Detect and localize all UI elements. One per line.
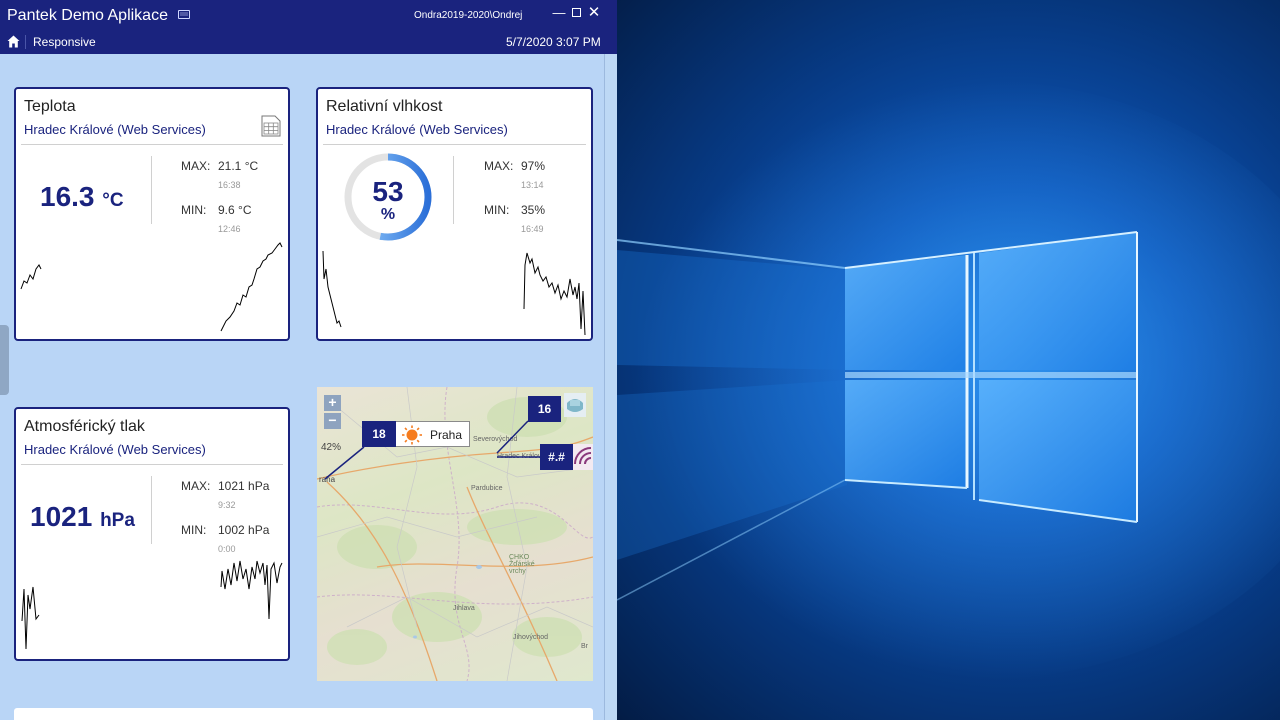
max-value: 97% xyxy=(521,159,546,173)
temperature-unit: °C xyxy=(102,190,124,211)
card-divider xyxy=(21,144,283,145)
next-card-edge xyxy=(14,708,593,720)
signal-icon xyxy=(573,444,593,470)
max-label: MAX: xyxy=(484,159,514,173)
min-time: 0:00 xyxy=(218,544,236,554)
pressure-card[interactable]: Atmosférický tlak Hradec Králové (Web Se… xyxy=(14,407,290,661)
min-value: 35% xyxy=(521,203,546,217)
card-title: Atmosférický tlak xyxy=(24,418,145,435)
card-divider xyxy=(21,464,283,465)
humidity-value: 53 xyxy=(372,176,404,207)
max-time: 9:32 xyxy=(218,500,236,510)
temperature-number: 16.3 xyxy=(40,181,95,212)
card-subtitle: Hradec Králové (Web Services) xyxy=(326,122,508,137)
max-label: MAX: xyxy=(181,159,211,173)
hradec-marker-value[interactable]: 16 xyxy=(528,396,561,422)
keyboard-icon[interactable] xyxy=(178,10,190,19)
card-subtitle: Hradec Králové (Web Services) xyxy=(24,122,206,137)
user-label: Ondra2019-2020\Ondrej xyxy=(414,10,523,21)
max-value: 1021 hPa xyxy=(218,479,270,493)
minimize-button[interactable]: — xyxy=(551,5,567,21)
side-drawer-handle[interactable] xyxy=(0,325,9,395)
home-icon[interactable] xyxy=(7,35,20,48)
card-subtitle: Hradec Králové (Web Services) xyxy=(24,442,206,457)
min-label: MIN: xyxy=(484,203,510,217)
praha-temp-value: 18 xyxy=(362,421,396,447)
value-divider xyxy=(151,476,152,544)
nav-bar: Responsive 5/7/2020 3:07 PM xyxy=(0,30,617,54)
value-divider xyxy=(151,156,152,224)
nav-divider xyxy=(25,35,26,49)
app-title: Pantek Demo Aplikace xyxy=(7,7,168,24)
min-value: 9.6 °C xyxy=(218,203,252,217)
weather-map[interactable]: + − Severovýchod Hradec Králové Pardubic… xyxy=(317,387,593,681)
pressure-number: 1021 xyxy=(30,501,93,532)
pressure-value: 1021 hPa xyxy=(30,501,135,533)
value-divider xyxy=(453,156,454,224)
table-icon[interactable] xyxy=(261,115,281,137)
pressure-sparkline xyxy=(21,560,283,650)
app-window: Pantek Demo Aplikace Ondra2019-2020\Ondr… xyxy=(0,0,617,720)
humidity-card[interactable]: Relativní vlhkost Hradec Králové (Web Se… xyxy=(316,87,593,341)
third-marker-value[interactable]: #.# xyxy=(540,444,573,470)
temperature-card[interactable]: Teplota Hradec Králové (Web Services) 16… xyxy=(14,87,290,341)
temperature-sparkline xyxy=(20,242,283,332)
max-time: 13:14 xyxy=(521,180,544,190)
scrollbar[interactable] xyxy=(604,54,617,720)
sun-icon xyxy=(402,425,422,445)
breadcrumb-responsive[interactable]: Responsive xyxy=(33,35,96,49)
min-label: MIN: xyxy=(181,523,207,537)
close-button[interactable]: ✕ xyxy=(586,5,602,21)
humidity-unit: % xyxy=(380,206,396,223)
min-value: 1002 hPa xyxy=(218,523,270,537)
windows-logo xyxy=(617,80,1280,680)
min-time: 12:46 xyxy=(218,224,241,234)
datetime-label: 5/7/2020 3:07 PM xyxy=(506,35,601,49)
min-time: 16:49 xyxy=(521,224,544,234)
card-title: Teplota xyxy=(24,98,76,115)
pressure-unit: hPa xyxy=(100,510,135,531)
max-time: 16:38 xyxy=(218,180,241,190)
max-value: 21.1 °C xyxy=(218,159,259,173)
maximize-button[interactable] xyxy=(568,5,584,21)
desktop-wallpaper xyxy=(617,0,1280,720)
temperature-value: 16.3 °C xyxy=(40,181,124,213)
card-title: Relativní vlhkost xyxy=(326,98,443,115)
maximize-icon xyxy=(571,8,581,17)
max-label: MAX: xyxy=(181,479,211,493)
title-bar[interactable]: Pantek Demo Aplikace Ondra2019-2020\Ondr… xyxy=(0,0,617,30)
humidity-sparkline xyxy=(322,250,586,336)
station-icon xyxy=(564,393,586,417)
min-label: MIN: xyxy=(181,203,207,217)
praha-label: Praha xyxy=(430,428,463,442)
card-divider xyxy=(323,144,586,145)
